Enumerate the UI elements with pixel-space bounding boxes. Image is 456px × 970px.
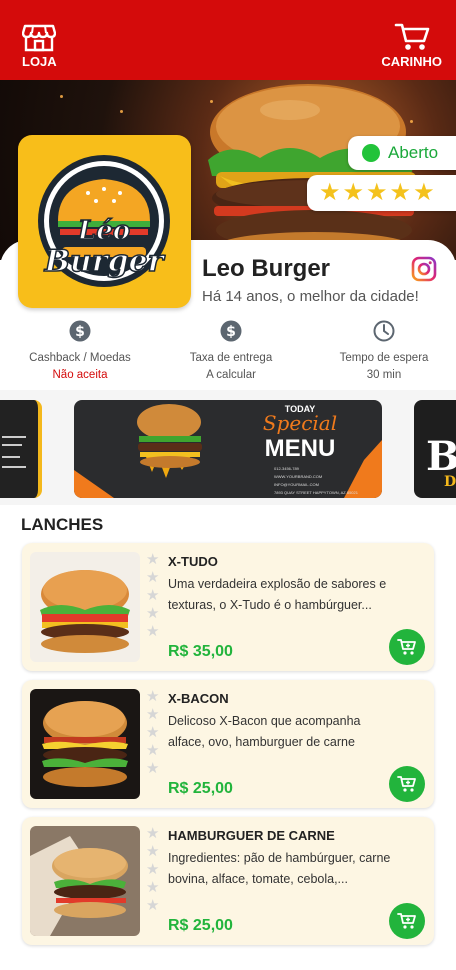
rating-star-icon: ★ bbox=[342, 179, 365, 206]
cart-icon bbox=[394, 23, 429, 50]
product-description: Delicoso X-Bacon que acompanha alface, o… bbox=[168, 714, 361, 749]
product-price: R$ 35,00 bbox=[168, 643, 233, 660]
star-icon: ★ bbox=[146, 843, 160, 860]
dollar-icon: $ bbox=[69, 320, 91, 342]
star-icon: ★ bbox=[146, 551, 160, 568]
wait-time-value: 30 min bbox=[366, 369, 402, 381]
star-icon: ★ bbox=[146, 569, 160, 586]
add-to-cart-icon bbox=[397, 639, 416, 655]
product-description: Ingredientes: pão de hambúrguer, carne b… bbox=[168, 851, 391, 886]
banner-menu-text: MENU bbox=[265, 435, 336, 462]
cashback-info: $ Cashback / Moedas Não aceita bbox=[4, 320, 156, 381]
special-menu-banner-image: TODAY Special MENU 012-3456-789 WWW.YOUR… bbox=[74, 404, 382, 498]
product-image bbox=[30, 826, 140, 936]
top-bar: LOJA CARINHO bbox=[0, 0, 456, 80]
delivery-fee-value: A calcular bbox=[206, 369, 256, 381]
store-label: LOJA bbox=[22, 54, 57, 69]
dollar-icon: $ bbox=[220, 320, 242, 342]
product-name: HAMBURGUER DE CARNE bbox=[168, 828, 335, 843]
star-icon: ★ bbox=[146, 587, 160, 604]
star-icon: ★ bbox=[146, 742, 160, 759]
logo-image: Léo Burger bbox=[38, 155, 170, 287]
open-status-badge: Aberto bbox=[348, 136, 456, 170]
star-icon: ★ bbox=[146, 760, 160, 777]
product-name: X-BACON bbox=[168, 691, 229, 706]
cart-label: CARINHO bbox=[381, 54, 442, 69]
section-title: LANCHES bbox=[21, 515, 104, 534]
open-status-text: Aberto bbox=[388, 143, 439, 162]
star-icon: ★ bbox=[146, 897, 160, 914]
product-price: R$ 25,00 bbox=[168, 780, 233, 797]
star-icon: ★ bbox=[146, 623, 160, 640]
store-icon bbox=[22, 24, 57, 52]
banner-special-text: Special bbox=[263, 411, 337, 435]
hero-burger-image bbox=[208, 84, 416, 260]
add-to-cart-icon bbox=[397, 913, 416, 929]
store-logo: Léo Burger bbox=[18, 135, 191, 308]
banner-contact-line: 7893 QUAY STREET HAPPYTOWN, AZ 85021 bbox=[274, 490, 359, 495]
banner-contact-line: INFO@YOURMAIL.COM bbox=[274, 482, 319, 487]
star-icon: ★ bbox=[146, 688, 160, 705]
star-icon: ★ bbox=[146, 706, 160, 723]
product-rating: ★ ★ ★ ★ ★ bbox=[146, 688, 159, 778]
product-card[interactable]: ★ ★ ★ ★ ★ HAMBURGUER DE CARNE Ingredientes: … bbox=[22, 817, 434, 945]
product-rating: ★ ★ ★ ★ ★ bbox=[146, 825, 159, 915]
product-card[interactable]: ★ ★ ★ ★ ★ X-BACON Delicoso X-Bacon que acomp… bbox=[22, 680, 434, 808]
store-name: Leo Burger bbox=[202, 255, 331, 282]
product-description: Uma verdadeira explosão de sabores e tex… bbox=[168, 577, 387, 612]
open-status-dot bbox=[362, 144, 380, 162]
promo-banner-next[interactable]: B D bbox=[414, 400, 456, 498]
delivery-fee-label: Taxa de entrega bbox=[189, 352, 273, 364]
logo-text-bottom: Burger bbox=[44, 244, 166, 279]
svg-text:B: B bbox=[426, 433, 456, 480]
rating-star-icon: ★ bbox=[389, 179, 412, 206]
rating-star-icon: ★ bbox=[319, 179, 341, 206]
clock-icon bbox=[373, 320, 395, 342]
star-icon: ★ bbox=[146, 605, 160, 622]
svg-text:$: $ bbox=[75, 324, 85, 340]
instagram-icon[interactable] bbox=[411, 256, 437, 282]
store-info-row: $ Cashback / Moedas Não aceita $ Taxa de… bbox=[0, 320, 456, 382]
wait-time-label: Tempo de espera bbox=[339, 352, 429, 364]
delivery-fee-info: $ Taxa de entrega A calcular bbox=[155, 320, 307, 381]
add-to-cart-button[interactable] bbox=[389, 629, 425, 665]
svg-text:$: $ bbox=[226, 324, 236, 340]
store-button[interactable]: LOJA bbox=[22, 22, 57, 69]
cart-button[interactable]: CARINHO bbox=[381, 22, 442, 69]
rating-star-icon: ★ bbox=[366, 179, 388, 206]
star-icon: ★ bbox=[146, 825, 160, 842]
promo-banner-carousel[interactable]: TODAY Special MENU 012-3456-789 WWW.YOUR… bbox=[0, 390, 456, 505]
store-subtitle: Há 14 anos, o melhor da cidade! bbox=[202, 288, 419, 305]
cashback-label: Cashback / Moedas bbox=[29, 352, 131, 364]
wait-time-info: Tempo de espera 30 min bbox=[308, 320, 456, 381]
add-to-cart-icon bbox=[397, 776, 416, 792]
star-icon: ★ bbox=[146, 861, 160, 878]
rating-star-icon: ★ bbox=[413, 179, 435, 206]
banner-contact-line: 012-3456-789 bbox=[274, 466, 300, 471]
star-icon: ★ bbox=[146, 879, 160, 896]
promo-banner-special-menu[interactable]: TODAY Special MENU 012-3456-789 WWW.YOUR… bbox=[74, 400, 382, 498]
cashback-value: Não aceita bbox=[52, 369, 108, 381]
product-name: X-TUDO bbox=[168, 554, 218, 569]
svg-text:D: D bbox=[444, 474, 456, 490]
product-card[interactable]: ★ ★ ★ ★ ★ X-TUDO Uma verdadeira explosão de … bbox=[22, 543, 434, 671]
product-rating: ★ ★ ★ ★ ★ bbox=[146, 551, 159, 641]
add-to-cart-button[interactable] bbox=[389, 903, 425, 939]
promo-banner-prev[interactable] bbox=[0, 400, 42, 498]
product-price: R$ 25,00 bbox=[168, 917, 233, 934]
banner-contact-line: WWW.YOURBRAND.COM bbox=[274, 474, 322, 479]
add-to-cart-button[interactable] bbox=[389, 766, 425, 802]
star-icon: ★ bbox=[146, 724, 160, 741]
product-image bbox=[30, 552, 140, 662]
logo-text-top: Léo bbox=[77, 216, 130, 246]
rating-badge: ★ ★ ★ ★ ★ bbox=[307, 175, 456, 211]
product-image bbox=[30, 689, 140, 799]
